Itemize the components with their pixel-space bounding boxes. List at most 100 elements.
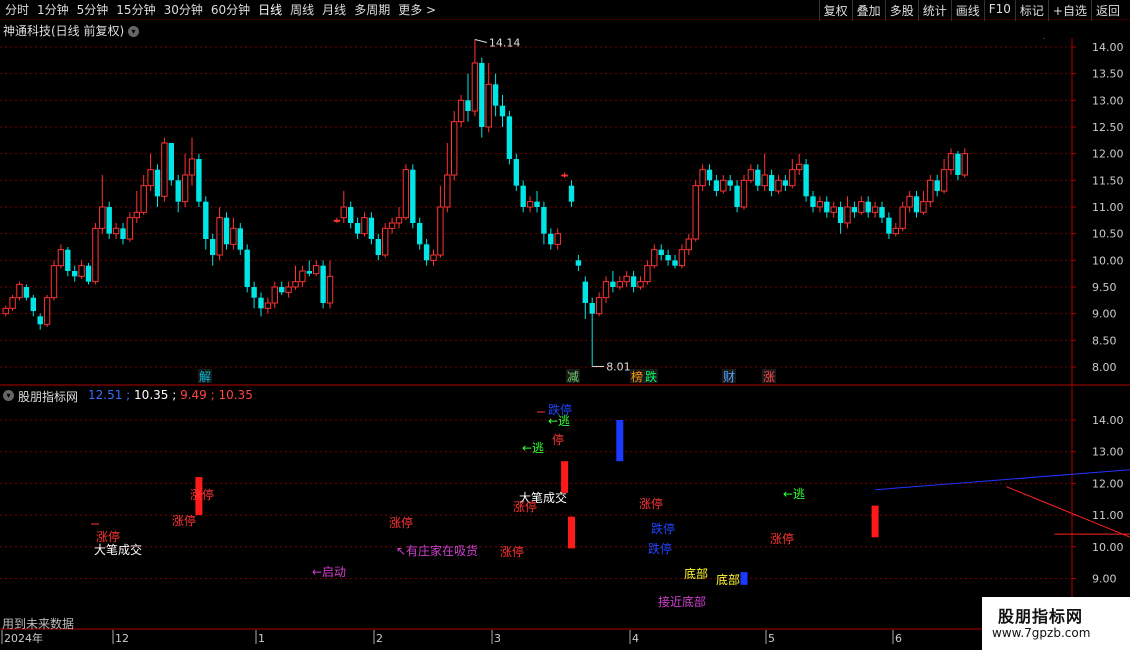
period-tab[interactable]: 分时 (2, 1, 34, 18)
period-tab[interactable]: 60分钟 (208, 1, 255, 18)
candle-body (216, 217, 223, 256)
candle-body (375, 239, 381, 255)
candle-body (879, 207, 885, 218)
chevron-down-icon[interactable]: ▾ (128, 26, 140, 37)
candle-body (906, 195, 913, 208)
candle-body (789, 169, 796, 187)
signal-label: 涨停 (96, 529, 120, 544)
toolbar-button[interactable]: F10 (983, 0, 1015, 21)
candle-body (210, 239, 216, 255)
candle-body (961, 153, 968, 176)
period-tab[interactable]: 多周期 (351, 1, 395, 18)
candle-body (154, 169, 161, 197)
x-tick-label: 6 (895, 632, 902, 645)
toolbar-button[interactable]: 画线 (950, 0, 984, 21)
candle-body (388, 222, 396, 229)
toolbar-button[interactable]: 标记 (1014, 0, 1048, 21)
candle-body (485, 83, 492, 128)
candle-body (602, 281, 610, 299)
event-marker[interactable]: 涨 (763, 369, 775, 384)
candle-body (651, 249, 658, 267)
period-tab[interactable]: 日线 (255, 1, 287, 18)
candlestick-chart[interactable]: 14.00 13.50 13.00 12.50 12.00 11.50 11.00 10.50… (0, 38, 1130, 386)
signal-label: 停 (552, 432, 564, 447)
candle-body (934, 180, 940, 191)
candle-body (264, 302, 272, 309)
toolbar-button[interactable]: 返回 (1090, 0, 1124, 21)
candle-body (913, 196, 920, 213)
x-axis-bg (0, 630, 1130, 650)
candle-body (479, 63, 485, 127)
period-tab[interactable]: 更多 > (395, 1, 441, 18)
candle-body (782, 180, 789, 186)
signal-label: ←逃 (783, 487, 805, 501)
main-chart-title[interactable]: 神通科技(日线 前复权) ▾ (3, 22, 140, 39)
period-tab[interactable]: 周线 (287, 1, 319, 18)
signal-label: 涨停 (389, 515, 413, 530)
indicator-bar (568, 516, 575, 549)
candle-body (417, 223, 423, 245)
y-tick-label: 13.00 (1092, 94, 1124, 107)
candle-body (57, 249, 65, 267)
candle-body (644, 265, 651, 283)
y-tick-label: 12.00 (1092, 477, 1124, 490)
candle-body (306, 271, 312, 274)
candle-body (568, 185, 575, 202)
candle-body (313, 265, 320, 275)
y-tick-label: 9.00 (1092, 308, 1117, 321)
x-tick-label: 3 (494, 632, 501, 645)
candle-body (444, 174, 451, 208)
candle-body (747, 169, 755, 181)
candle-body (727, 180, 733, 186)
candle-body (761, 174, 768, 187)
candle-body (927, 179, 934, 203)
y-tick-label: 9.50 (1092, 281, 1117, 294)
signal-label: ←逃 (522, 441, 544, 455)
signal-label: 底部 (684, 566, 708, 581)
low-price-label: 8.01 (606, 360, 631, 373)
y-tick-label: 11.50 (1092, 174, 1124, 187)
event-marker[interactable]: 解 (199, 370, 211, 384)
period-tab[interactable]: 月线 (319, 1, 351, 18)
period-tab[interactable]: 30分钟 (161, 1, 208, 18)
candle-body (285, 286, 292, 293)
toolbar-button[interactable]: 多股 (884, 0, 918, 21)
candle-body (824, 201, 830, 213)
event-marker[interactable]: 财 (723, 370, 735, 384)
candle-body (844, 206, 851, 224)
candle-body (865, 201, 871, 213)
event-marker[interactable]: 减 (567, 370, 579, 384)
x-tick-label: 2024年 (4, 631, 43, 645)
candle-body (196, 159, 202, 202)
candle-body (382, 227, 389, 256)
y-tick-label: 12.50 (1092, 121, 1124, 134)
period-tab[interactable]: 1分钟 (34, 1, 74, 18)
x-tick-label: 5 (768, 632, 775, 645)
candle-body (706, 169, 713, 181)
event-marker[interactable]: 榜 (631, 369, 643, 384)
candle-body (423, 244, 430, 261)
candle-body (768, 175, 775, 191)
signal-label: 涨停 (639, 496, 663, 511)
candle-body (326, 275, 334, 304)
toolbar-button[interactable]: 复权 (818, 0, 852, 21)
period-tab[interactable]: 15分钟 (113, 1, 160, 18)
candle-body (92, 227, 99, 283)
y-tick-label: 9.00 (1092, 573, 1117, 586)
toolbar-button[interactable]: +自选 (1047, 0, 1091, 21)
y-tick-label: 14.00 (1092, 414, 1124, 427)
x-tick-label: 4 (632, 632, 639, 645)
candle-body (333, 219, 341, 222)
toolbar-button[interactable]: 叠加 (851, 0, 885, 21)
indicator-chart[interactable]: 14.0013.0012.0011.0010.009.00涨停大笔成交涨停涨停←… (0, 386, 1130, 630)
x-tick-label: 2 (376, 632, 383, 645)
signal-label: 跌停 (651, 521, 675, 536)
event-marker[interactable]: 跌 (645, 369, 657, 384)
candle-body (430, 254, 437, 261)
y-tick-label: 11.00 (1092, 509, 1124, 522)
candle-body (548, 233, 554, 245)
period-tab[interactable]: 5分钟 (74, 1, 114, 18)
toolbar-button[interactable]: 统计 (917, 0, 951, 21)
candle-body (892, 227, 899, 235)
candle-body (589, 303, 595, 314)
